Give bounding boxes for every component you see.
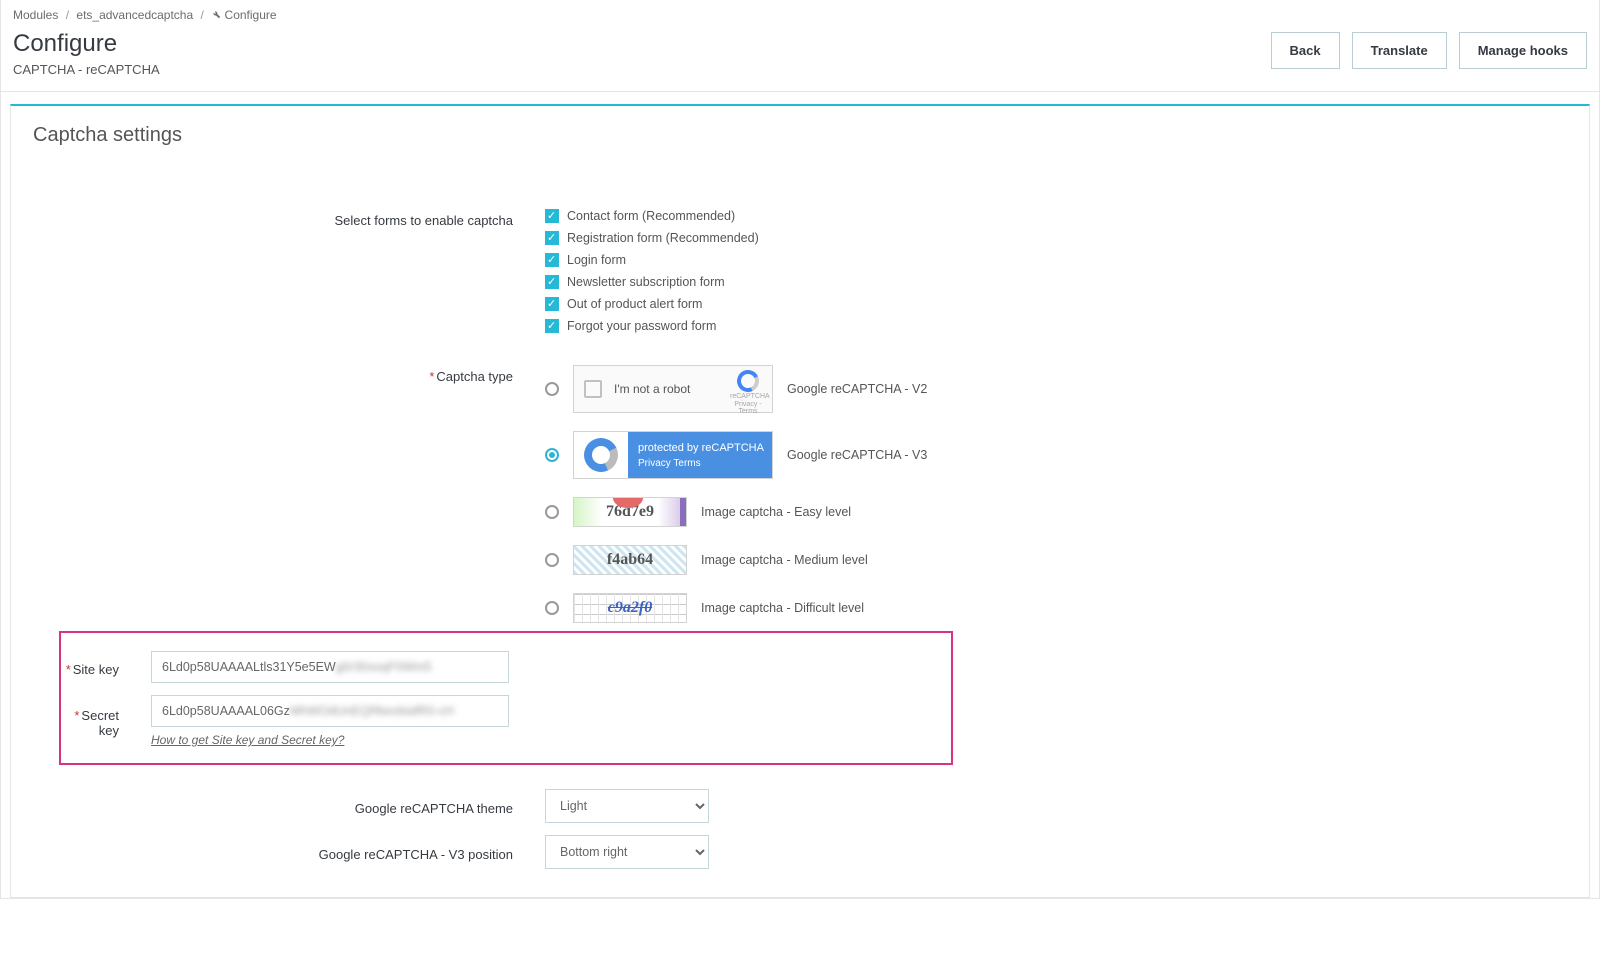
checkbox-newsletter-form[interactable]	[545, 275, 559, 289]
secret-key-input[interactable]: 6Ld0p58UAAAAL06GzMhWOdUnEQRkexbiafR0-cH	[151, 695, 509, 727]
captcha-type-v3-label: Google reCAPTCHA - V3	[787, 448, 927, 462]
breadcrumb-modules[interactable]: Modules	[13, 8, 58, 22]
recaptcha-v2-checkbox-icon	[584, 380, 602, 398]
theme-label: Google reCAPTCHA theme	[11, 797, 521, 816]
checkbox-contact-form[interactable]	[545, 209, 559, 223]
position-label: Google reCAPTCHA - V3 position	[11, 843, 521, 862]
captcha-type-easy-label: Image captcha - Easy level	[701, 505, 851, 519]
site-key-input[interactable]: 6Ld0p58UAAAALtls31Y5e5EWg0r30xoqF0Wm5	[151, 651, 509, 683]
keys-highlight-box: *Site key 6Ld0p58UAAAALtls31Y5e5EWg0r30x…	[59, 631, 953, 765]
position-select[interactable]: Bottom right	[545, 835, 709, 869]
radio-image-easy[interactable]	[545, 505, 559, 519]
translate-button[interactable]: Translate	[1352, 32, 1447, 69]
checkbox-label: Out of product alert form	[567, 297, 702, 311]
recaptcha-logo-icon	[584, 438, 618, 472]
captcha-type-medium-label: Image captcha - Medium level	[701, 553, 868, 567]
checkbox-label: Registration form (Recommended)	[567, 231, 759, 245]
radio-image-medium[interactable]	[545, 553, 559, 567]
breadcrumb: Modules / ets_advancedcaptcha / Configur…	[1, 0, 1599, 30]
page-subtitle: CAPTCHA - reCAPTCHA	[13, 62, 160, 77]
captcha-type-label: Captcha type	[436, 369, 513, 384]
breadcrumb-module-name[interactable]: ets_advancedcaptcha	[76, 8, 193, 22]
radio-recaptcha-v3[interactable]	[545, 448, 559, 462]
recaptcha-v2-text: I'm not a robot	[614, 382, 690, 396]
breadcrumb-current: Configure	[225, 8, 277, 22]
recaptcha-v2-preview: I'm not a robot reCAPTCHA Privacy - Term…	[573, 365, 773, 413]
checkbox-label: Login form	[567, 253, 626, 267]
forms-label: Select forms to enable captcha	[11, 209, 521, 228]
checkbox-registration-form[interactable]	[545, 231, 559, 245]
checkbox-stock-alert-form[interactable]	[545, 297, 559, 311]
captcha-type-hard-label: Image captcha - Difficult level	[701, 601, 864, 615]
captcha-type-v2-label: Google reCAPTCHA - V2	[787, 382, 927, 396]
theme-select[interactable]: Light	[545, 789, 709, 823]
checkbox-label: Contact form (Recommended)	[567, 209, 735, 223]
panel-heading: Captcha settings	[11, 106, 1589, 165]
radio-recaptcha-v2[interactable]	[545, 382, 559, 396]
checkbox-forgot-password-form[interactable]	[545, 319, 559, 333]
site-key-label: Site key	[73, 662, 119, 677]
secret-key-label: Secret key	[81, 708, 119, 738]
help-keys-link[interactable]: How to get Site key and Secret key?	[151, 733, 344, 747]
checkbox-login-form[interactable]	[545, 253, 559, 267]
image-captcha-hard-preview: c9a2f0	[573, 593, 687, 623]
recaptcha-logo-icon	[737, 370, 759, 392]
image-captcha-medium-preview: f4ab64	[573, 545, 687, 575]
recaptcha-v3-preview: protected by reCAPTCHA Privacy Terms	[573, 431, 773, 479]
checkbox-label: Newsletter subscription form	[567, 275, 725, 289]
checkbox-label: Forgot your password form	[567, 319, 716, 333]
back-button[interactable]: Back	[1271, 32, 1340, 69]
radio-image-hard[interactable]	[545, 601, 559, 615]
manage-hooks-button[interactable]: Manage hooks	[1459, 32, 1587, 69]
page-title: Configure	[13, 30, 160, 58]
wrench-icon	[211, 8, 221, 22]
image-captcha-easy-preview: 76d7e9	[573, 497, 687, 527]
